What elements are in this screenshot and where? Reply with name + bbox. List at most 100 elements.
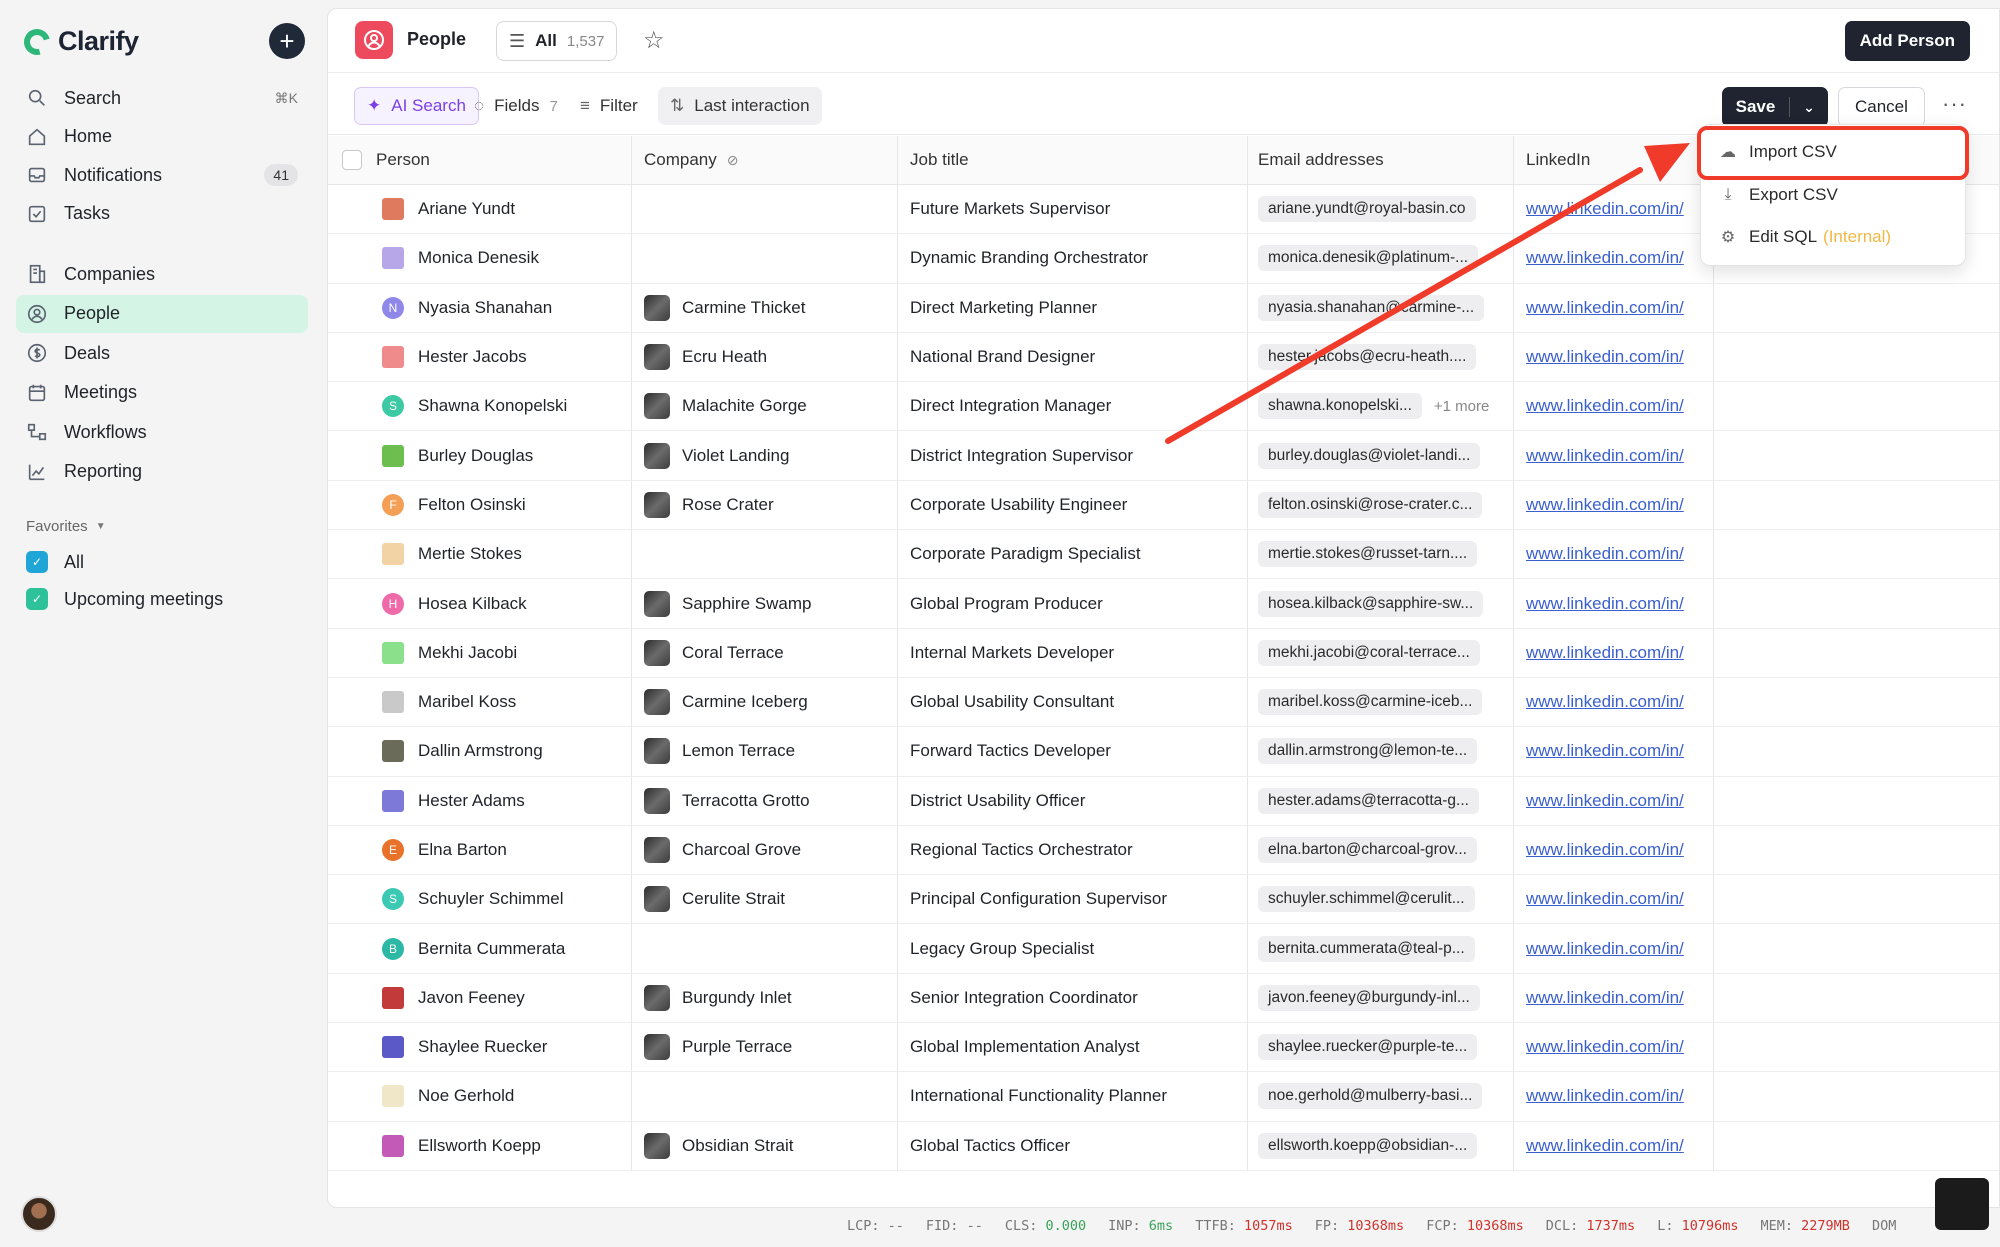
linkedin-link[interactable]: www.linkedin.com/in/: [1526, 988, 1684, 1008]
sidebar-item-notifications[interactable]: Notifications 41: [16, 156, 308, 194]
favorites-header[interactable]: Favorites ▼: [26, 518, 106, 535]
cell-job-title[interactable]: National Brand Designer: [898, 332, 1248, 382]
cell-job-title[interactable]: District Usability Officer: [898, 776, 1248, 825]
cell-job-title[interactable]: Dynamic Branding Orchestrator: [898, 234, 1248, 283]
email-chip[interactable]: mekhi.jacobi@coral-terrace...: [1258, 639, 1480, 666]
cell-linkedin[interactable]: www.linkedin.com/in/: [1514, 628, 1714, 677]
linkedin-link[interactable]: www.linkedin.com/in/: [1526, 495, 1684, 515]
fields-button[interactable]: ◌ Fields 7: [462, 87, 570, 125]
linkedin-link[interactable]: www.linkedin.com/in/: [1526, 791, 1684, 811]
cell-person[interactable]: N Nyasia Shanahan: [328, 283, 632, 332]
email-chip[interactable]: ellsworth.koepp@obsidian-...: [1258, 1132, 1478, 1159]
devtools-toggle-button[interactable]: [1935, 1178, 1989, 1230]
cell-company[interactable]: [632, 185, 898, 234]
linkedin-link[interactable]: www.linkedin.com/in/: [1526, 594, 1684, 614]
cell-linkedin[interactable]: www.linkedin.com/in/: [1514, 234, 1714, 283]
table-row[interactable]: Hester Jacobs Ecru Heath National Brand De…: [328, 332, 1999, 383]
cell-email[interactable]: ellsworth.koepp@obsidian-...: [1248, 1121, 1514, 1170]
table-row[interactable]: F Felton Osinski Rose Crater Corporate Usab…: [328, 480, 1999, 531]
person-name[interactable]: Hosea Kilback: [418, 594, 527, 614]
cell-linkedin[interactable]: www.linkedin.com/in/: [1514, 480, 1714, 530]
sidebar-item-workflows[interactable]: Workflows: [16, 413, 308, 451]
person-name[interactable]: Dallin Armstrong: [418, 741, 543, 761]
cell-linkedin[interactable]: www.linkedin.com/in/: [1514, 1072, 1714, 1121]
cell-person[interactable]: B Bernita Cummerata: [328, 924, 632, 973]
person-name[interactable]: Burley Douglas: [418, 446, 533, 466]
linkedin-link[interactable]: www.linkedin.com/in/: [1526, 1136, 1684, 1156]
cell-email[interactable]: javon.feeney@burgundy-inl...: [1248, 973, 1514, 1023]
email-chip[interactable]: elna.barton@charcoal-grov...: [1258, 837, 1477, 863]
person-name[interactable]: Felton Osinski: [418, 495, 526, 515]
column-header-person[interactable]: Person: [328, 136, 632, 184]
person-name[interactable]: Shaylee Ruecker: [418, 1037, 547, 1057]
cell-linkedin[interactable]: www.linkedin.com/in/: [1514, 382, 1714, 431]
cell-person[interactable]: Monica Denesik: [328, 234, 632, 283]
cell-job-title[interactable]: Regional Tactics Orchestrator: [898, 825, 1248, 875]
cell-job-title[interactable]: International Functionality Planner: [898, 1072, 1248, 1121]
linkedin-link[interactable]: www.linkedin.com/in/: [1526, 298, 1684, 318]
cell-person[interactable]: Hester Jacobs: [328, 332, 632, 382]
cell-linkedin[interactable]: www.linkedin.com/in/: [1514, 1023, 1714, 1072]
cell-job-title[interactable]: Corporate Usability Engineer: [898, 480, 1248, 530]
cell-email[interactable]: hester.adams@terracotta-g...: [1248, 776, 1514, 825]
email-chip[interactable]: bernita.cummerata@teal-p...: [1258, 935, 1475, 962]
cell-email[interactable]: nyasia.shanahan@carmine-...: [1248, 283, 1514, 332]
person-name[interactable]: Elna Barton: [418, 840, 507, 860]
cell-person[interactable]: Burley Douglas: [328, 431, 632, 480]
email-chip[interactable]: ariane.yundt@royal-basin.co: [1258, 196, 1476, 223]
cell-job-title[interactable]: Internal Markets Developer: [898, 628, 1248, 677]
cell-company[interactable]: Rose Crater: [632, 480, 898, 530]
company-name[interactable]: Carmine Thicket: [682, 298, 805, 318]
cell-job-title[interactable]: Global Tactics Officer: [898, 1121, 1248, 1170]
user-avatar[interactable]: [21, 1196, 57, 1232]
person-name[interactable]: Maribel Koss: [418, 692, 516, 712]
table-row[interactable]: E Elna Barton Charcoal Grove Regional Tacti…: [328, 825, 1999, 876]
email-chip[interactable]: hester.adams@terracotta-g...: [1258, 787, 1479, 814]
person-name[interactable]: Monica Denesik: [418, 248, 539, 268]
cell-company[interactable]: Purple Terrace: [632, 1023, 898, 1072]
cell-person[interactable]: Ariane Yundt: [328, 185, 632, 234]
sidebar-item-search[interactable]: Search ⌘K: [16, 79, 308, 117]
view-selector[interactable]: ☰ All 1,537: [496, 21, 618, 61]
sidebar-item-people[interactable]: People: [16, 294, 308, 333]
save-options-chevron-icon[interactable]: ⌄: [1790, 99, 1828, 116]
cell-person[interactable]: Mekhi Jacobi: [328, 628, 632, 677]
favorite-all[interactable]: ✓ All: [26, 551, 84, 573]
cell-email[interactable]: felton.osinski@rose-crater.c...: [1248, 480, 1514, 530]
cell-linkedin[interactable]: www.linkedin.com/in/: [1514, 332, 1714, 382]
email-chip[interactable]: schuyler.schimmel@cerulit...: [1258, 886, 1475, 913]
cell-job-title[interactable]: Senior Integration Coordinator: [898, 973, 1248, 1023]
linkedin-link[interactable]: www.linkedin.com/in/: [1526, 199, 1684, 219]
table-row[interactable]: S Schuyler Schimmel Cerulite Strait Princip…: [328, 875, 1999, 925]
email-chip[interactable]: shawna.konopelski...: [1258, 393, 1422, 420]
cell-linkedin[interactable]: www.linkedin.com/in/: [1514, 973, 1714, 1023]
person-name[interactable]: Hester Adams: [418, 791, 525, 811]
create-new-button[interactable]: +: [269, 23, 305, 59]
sidebar-item-companies[interactable]: Companies: [16, 255, 308, 293]
table-row[interactable]: Javon Feeney Burgundy Inlet Senior Integra…: [328, 973, 1999, 1024]
cell-job-title[interactable]: Global Program Producer: [898, 579, 1248, 628]
cell-email[interactable]: maribel.koss@carmine-iceb...: [1248, 677, 1514, 727]
table-row[interactable]: Ellsworth Koepp Obsidian Strait Global Tac…: [328, 1121, 1999, 1171]
cell-person[interactable]: F Felton Osinski: [328, 480, 632, 530]
more-options-icon[interactable]: ···: [1942, 91, 1967, 117]
cell-email[interactable]: elna.barton@charcoal-grov...: [1248, 825, 1514, 875]
linkedin-link[interactable]: www.linkedin.com/in/: [1526, 248, 1684, 268]
table-row[interactable]: Maribel Koss Carmine Iceberg Global Usabil…: [328, 677, 1999, 728]
cell-person[interactable]: S Schuyler Schimmel: [328, 875, 632, 924]
cell-company[interactable]: Terracotta Grotto: [632, 776, 898, 825]
cell-linkedin[interactable]: www.linkedin.com/in/: [1514, 825, 1714, 875]
cell-linkedin[interactable]: www.linkedin.com/in/: [1514, 579, 1714, 628]
column-header-email[interactable]: Email addresses: [1248, 136, 1514, 184]
cell-job-title[interactable]: Corporate Paradigm Specialist: [898, 530, 1248, 579]
cell-company[interactable]: Violet Landing: [632, 431, 898, 480]
cell-job-title[interactable]: Forward Tactics Developer: [898, 727, 1248, 776]
cell-linkedin[interactable]: www.linkedin.com/in/: [1514, 283, 1714, 332]
cell-email[interactable]: ariane.yundt@royal-basin.co: [1248, 185, 1514, 234]
linkedin-link[interactable]: www.linkedin.com/in/: [1526, 643, 1684, 663]
cell-company[interactable]: [632, 530, 898, 579]
linkedin-link[interactable]: www.linkedin.com/in/: [1526, 741, 1684, 761]
cell-job-title[interactable]: Direct Marketing Planner: [898, 283, 1248, 332]
cell-company[interactable]: Charcoal Grove: [632, 825, 898, 875]
favorite-upcoming-meetings[interactable]: ✓ Upcoming meetings: [26, 588, 223, 610]
